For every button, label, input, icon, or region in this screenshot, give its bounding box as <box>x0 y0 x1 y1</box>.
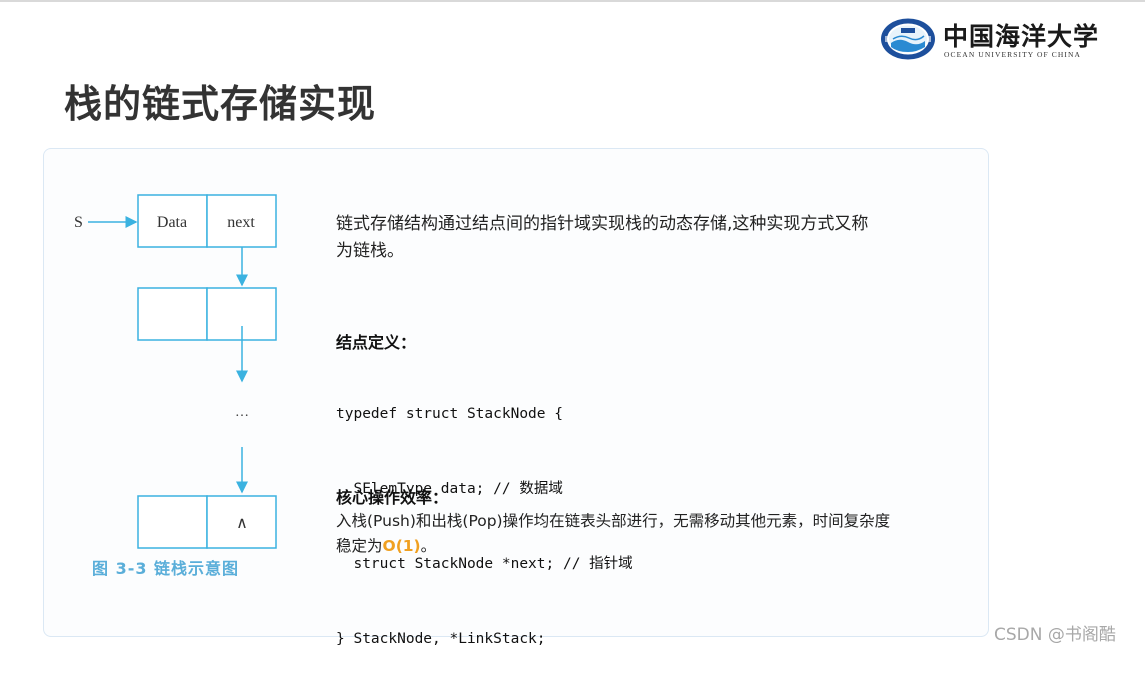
intro-paragraph: 链式存储结构通过结点间的指针域实现栈的动态存储,这种实现方式又称 为链栈。 <box>336 211 956 265</box>
linked-stack-diagram: S Data next … ∧ <box>74 194 277 549</box>
stack-pointer-label: S <box>74 214 83 231</box>
efficiency-heading: 核心操作效率： <box>336 488 449 507</box>
null-pointer-symbol: ∧ <box>236 513 248 532</box>
stack-node-top: Data next <box>137 194 277 248</box>
university-name-english: OCEAN UNIVERSITY OF CHINA <box>944 50 1082 59</box>
intro-line-1: 链式存储结构通过结点间的指针域实现栈的动态存储,这种实现方式又称 <box>336 214 869 234</box>
efficiency-line-1: 入栈(Push)和出栈(Pop)操作均在链表头部进行，无需移动其他元素，时间复杂… <box>336 512 891 530</box>
stack-node-second <box>137 287 277 341</box>
top-border <box>0 0 1145 2</box>
efficiency-suffix: 。 <box>420 537 437 555</box>
node-next-label: next <box>227 214 255 231</box>
intro-line-2: 为链栈。 <box>336 241 404 261</box>
university-seal-icon <box>881 18 935 60</box>
efficiency-prefix: 稳定为 <box>336 537 383 555</box>
stack-node-bottom: ∧ <box>137 495 277 549</box>
efficiency-line-2: 稳定为O(1)。 <box>336 534 936 559</box>
node-data-label: Data <box>157 214 187 231</box>
efficiency-paragraph: 入栈(Push)和出栈(Pop)操作均在链表头部进行，无需移动其他元素，时间复杂… <box>336 509 936 559</box>
diagram-caption: 图 3-3 链栈示意图 <box>92 559 240 578</box>
university-name-chinese: 中国海洋大学 <box>943 22 1100 51</box>
slide-title: 栈的链式存储实现 <box>64 82 377 126</box>
university-logo: 中国海洋大学 OCEAN UNIVERSITY OF CHINA <box>879 17 1099 63</box>
complexity-highlight: O(1) <box>382 537 421 555</box>
code-line: typedef struct StackNode { <box>336 406 563 422</box>
code-line: } StackNode, *LinkStack; <box>336 631 546 647</box>
csdn-watermark: CSDN @书阁酷 <box>994 625 1116 645</box>
ellipsis-label: … <box>235 405 249 420</box>
node-definition-heading: 结点定义： <box>336 333 417 352</box>
